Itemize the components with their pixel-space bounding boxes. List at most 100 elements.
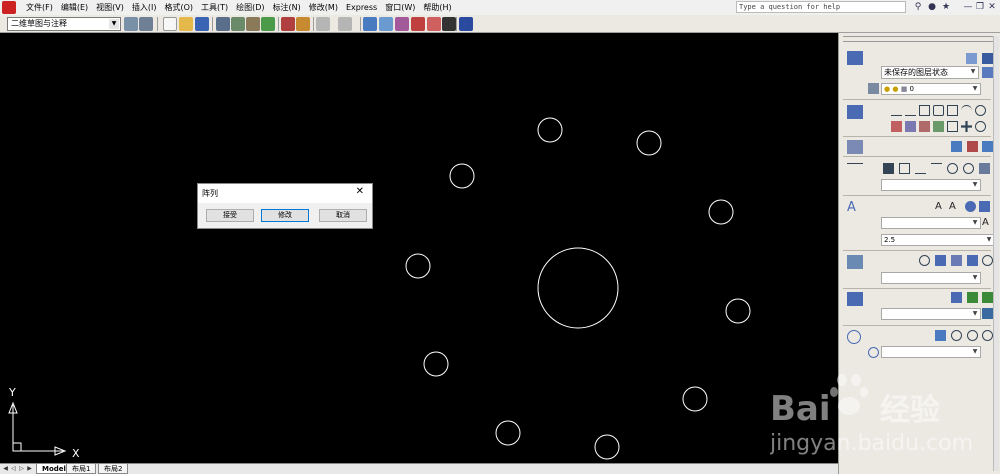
styles-panel-icon[interactable] [847, 140, 863, 154]
line-tool-icon[interactable] [891, 105, 902, 116]
array-circle[interactable] [405, 253, 431, 279]
angular-dimension-icon[interactable] [979, 163, 990, 174]
region-tool-icon[interactable] [947, 121, 958, 132]
multileader-icon[interactable] [919, 255, 930, 266]
array-circle[interactable] [594, 434, 620, 460]
autocad-app-icon[interactable] [2, 1, 16, 14]
add-leader-icon[interactable] [935, 255, 946, 266]
tab-layout2[interactable]: 布局2 [98, 464, 129, 474]
menu-express[interactable]: Express [342, 3, 381, 12]
menu-file[interactable]: 文件(F) [22, 2, 57, 13]
circle-tool-icon[interactable] [975, 105, 986, 116]
calculator-icon[interactable] [442, 17, 456, 31]
close-icon[interactable]: ✕ [986, 1, 998, 13]
3d-dwf-icon[interactable] [261, 17, 275, 31]
workspace-settings-icon[interactable] [124, 17, 138, 31]
layer-properties-icon[interactable] [966, 53, 977, 64]
help-search-input[interactable]: Type a question for help [736, 1, 906, 13]
array-circle[interactable] [423, 351, 449, 377]
menu-window[interactable]: 窗口(W) [381, 2, 419, 13]
zoom-window-icon[interactable] [967, 330, 978, 341]
accept-button[interactable]: 接受 [206, 209, 254, 222]
arc-tool-icon[interactable] [961, 105, 972, 116]
search-icon[interactable]: ⚲ [912, 1, 924, 13]
align-leader-icon[interactable] [967, 255, 978, 266]
array-circle[interactable] [495, 420, 521, 446]
polyline-tool-icon[interactable] [919, 105, 930, 116]
last-tab-arrow-icon[interactable]: ▶ [26, 465, 33, 473]
ellipse-tool-icon[interactable] [919, 121, 930, 132]
menu-insert[interactable]: 插入(I) [128, 2, 161, 13]
layer-state-select[interactable]: 未保存的图层状态 ▼ [881, 66, 979, 79]
zoom-realtime-icon[interactable] [951, 330, 962, 341]
drawing-canvas[interactable]: Y X [0, 33, 838, 463]
open-file-icon[interactable] [179, 17, 193, 31]
layer-state-icon[interactable] [982, 53, 993, 64]
next-tab-arrow-icon[interactable]: ▷ [18, 465, 25, 473]
restore-icon[interactable]: ❐ [974, 1, 986, 13]
ordinate-dimension-icon[interactable] [931, 163, 942, 174]
radius-dimension-icon[interactable] [947, 163, 958, 174]
modify-button[interactable]: 修改 [261, 209, 309, 222]
first-tab-arrow-icon[interactable]: ◀ [2, 465, 9, 473]
layer-manager-icon[interactable] [982, 67, 993, 78]
design-center-icon[interactable] [363, 17, 377, 31]
navigate-panel-icon[interactable] [847, 330, 861, 344]
zoom-previous-icon[interactable] [982, 330, 993, 341]
remove-leader-icon[interactable] [951, 255, 962, 266]
cut-icon[interactable] [281, 17, 295, 31]
find-text-icon[interactable] [965, 201, 976, 212]
array-circle[interactable] [682, 386, 708, 412]
multiline-text-icon[interactable]: A [935, 201, 946, 212]
hatch-tool-icon[interactable] [933, 121, 944, 132]
spell-check-icon[interactable] [979, 201, 990, 212]
menu-draw[interactable]: 绘图(D) [232, 2, 268, 13]
workspace-select[interactable]: 二维草图与注释 ▼ [7, 17, 121, 31]
arc-length-icon[interactable] [915, 163, 926, 174]
collect-leader-icon[interactable] [982, 255, 993, 266]
array-circle[interactable] [725, 298, 751, 324]
text-height-select[interactable]: 2.5 ▼ [881, 234, 995, 246]
spline-tool-icon[interactable] [905, 121, 916, 132]
text-panel-icon[interactable]: A [847, 201, 863, 215]
minimize-icon[interactable]: — [962, 1, 974, 13]
cancel-button[interactable]: 取消 [319, 209, 367, 222]
style-delete-icon[interactable] [967, 141, 978, 152]
move-tool-icon[interactable] [961, 121, 972, 132]
tab-layout1[interactable]: 布局1 [66, 464, 97, 474]
new-file-icon[interactable] [163, 17, 177, 31]
dimension-style-select[interactable]: ▼ [881, 179, 981, 191]
table-edit-icon[interactable] [982, 308, 993, 319]
array-circle[interactable] [636, 130, 662, 156]
save-icon[interactable] [195, 17, 209, 31]
menu-help[interactable]: 帮助(H) [419, 2, 455, 13]
markup-icon[interactable] [427, 17, 441, 31]
menu-tools[interactable]: 工具(T) [197, 2, 232, 13]
tables-panel-icon[interactable] [847, 292, 863, 306]
menu-edit[interactable]: 编辑(E) [57, 2, 92, 13]
table-link-icon[interactable] [967, 292, 978, 303]
current-layer-select[interactable]: ● ● ■ 0 ▼ [881, 83, 981, 95]
style-icon[interactable] [951, 141, 962, 152]
menu-modify[interactable]: 修改(M) [305, 2, 342, 13]
linear-dimension-icon[interactable] [883, 163, 894, 174]
menu-format[interactable]: 格式(O) [160, 2, 197, 13]
aligned-dimension-icon[interactable] [899, 163, 910, 174]
table-export-icon[interactable] [982, 292, 993, 303]
array-circle[interactable] [708, 199, 734, 225]
publish-icon[interactable] [246, 17, 260, 31]
make-current-layer-icon[interactable] [868, 83, 879, 94]
multileader-panel-icon[interactable] [847, 255, 863, 269]
menu-view[interactable]: 视图(V) [92, 2, 128, 13]
redo-icon[interactable] [338, 17, 352, 31]
properties-icon[interactable] [379, 17, 393, 31]
array-circle[interactable] [449, 163, 475, 189]
revision-cloud-icon[interactable] [891, 121, 902, 132]
layers-panel-icon[interactable] [847, 51, 863, 65]
2d-draw-panel-icon[interactable] [847, 105, 863, 119]
plot-icon[interactable] [216, 17, 230, 31]
prev-tab-arrow-icon[interactable]: ◁ [10, 465, 17, 473]
view-select[interactable]: ▼ [881, 346, 981, 358]
table-icon[interactable] [951, 292, 962, 303]
center-circle[interactable] [537, 247, 619, 329]
